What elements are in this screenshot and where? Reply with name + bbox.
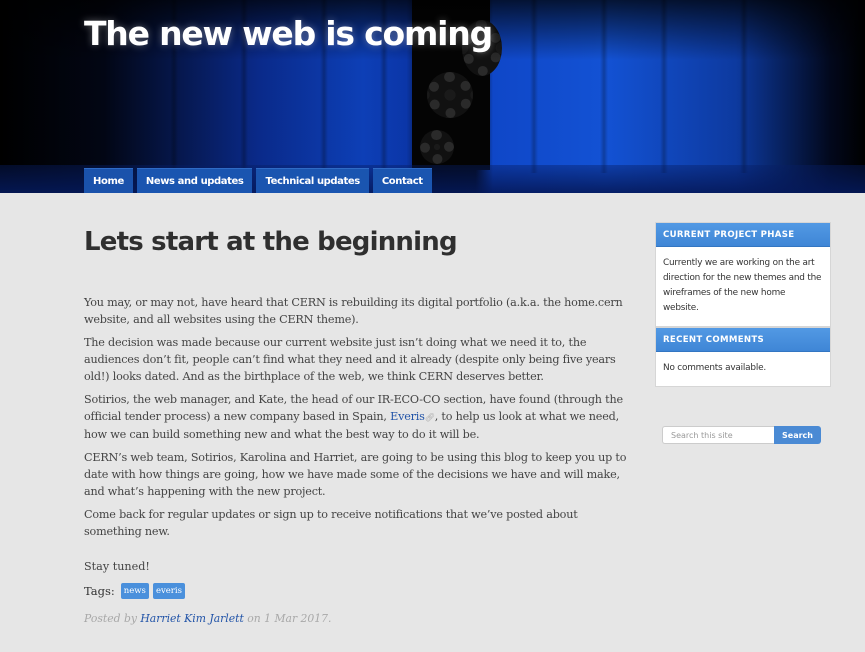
widget-current-project-phase: CURRENT PROJECT PHASE Currently we are w… <box>655 222 831 327</box>
widget-body: Currently we are working on the art dire… <box>663 258 822 313</box>
everis-link[interactable]: Everis🔗︎ <box>390 410 435 423</box>
gear-icon <box>420 130 454 164</box>
everis-link-label: Everis <box>390 410 425 423</box>
post-paragraph: You may, or may not, have heard that CER… <box>84 296 623 326</box>
tags-row: Tags: news everis <box>84 583 629 599</box>
author-link[interactable]: Harriet Kim Jarlett <box>140 612 243 625</box>
post-body: You may, or may not, have heard that CER… <box>84 294 629 540</box>
post-article: Lets start at the beginning You may, or … <box>84 227 629 625</box>
post-paragraph: Come back for regular updates or sign up… <box>84 508 578 538</box>
main-nav: Home News and updates Technical updates … <box>84 168 432 193</box>
external-link-icon: 🔗︎ <box>424 413 435 422</box>
closing-line: Stay tuned! <box>84 560 150 573</box>
tag-everis[interactable]: everis <box>152 583 185 599</box>
nav-item-news-and-updates[interactable]: News and updates <box>136 168 253 193</box>
post-date: on 1 Mar 2017. <box>243 612 332 625</box>
site-title[interactable]: The new web is coming <box>84 14 493 53</box>
widget-body: No comments available. <box>663 363 766 373</box>
tags-label: Tags: <box>84 584 115 598</box>
byline-prefix: Posted by <box>84 612 141 625</box>
nav-item-technical-updates[interactable]: Technical updates <box>256 168 369 193</box>
widget-title: CURRENT PROJECT PHASE <box>656 223 830 247</box>
widget-title: RECENT COMMENTS <box>656 328 830 352</box>
header-banner: The new web is coming <box>0 0 865 193</box>
tag-news[interactable]: news <box>120 583 149 599</box>
post-paragraph: The decision was made because our curren… <box>84 336 616 383</box>
post-title: Lets start at the beginning <box>84 227 458 257</box>
nav-item-home[interactable]: Home <box>84 168 133 193</box>
search-input[interactable] <box>662 426 774 444</box>
widget-recent-comments: RECENT COMMENTS No comments available. <box>655 327 831 387</box>
search-button[interactable]: Search <box>774 426 821 444</box>
post-paragraph: CERN’s web team, Sotirios, Karolina and … <box>84 451 627 498</box>
gear-icon <box>427 72 473 118</box>
post-byline: Posted by Harriet Kim Jarlett on 1 Mar 2… <box>84 612 629 625</box>
nav-item-contact[interactable]: Contact <box>372 168 432 193</box>
site-search-form: Search <box>662 426 821 444</box>
post-paragraph: Sotirios, the web manager, and Kate, the… <box>84 391 629 443</box>
